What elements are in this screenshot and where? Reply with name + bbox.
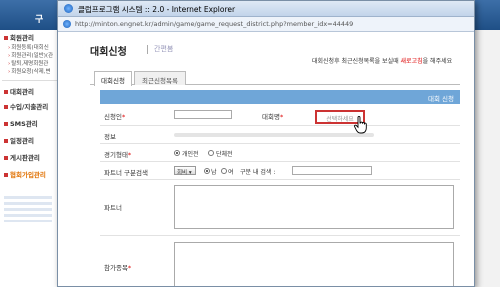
page-icon [63, 20, 71, 28]
background-logo: 구 [35, 15, 44, 25]
applicant-label: 신청인* [104, 113, 126, 121]
bg-menu-schedule[interactable]: 일정관리 [4, 135, 34, 145]
tournament-label: 대회명* [262, 113, 284, 121]
team-label: 단체전 [216, 151, 233, 158]
female-label: 여 [228, 169, 234, 176]
bg-sub-register[interactable]: 회원등록(대회신 [8, 43, 49, 51]
bg-blurred-content [4, 196, 52, 222]
radio-individual[interactable] [174, 150, 180, 156]
partner-label: 파트너 [104, 204, 122, 212]
bg-menu-tournament[interactable]: 대회관리 [4, 86, 34, 96]
applicant-input[interactable] [174, 110, 232, 119]
partner-textarea[interactable] [174, 185, 454, 229]
events-label: 참가종목* [104, 264, 132, 272]
bg-divider [2, 80, 58, 81]
radio-male[interactable] [204, 168, 210, 174]
game-type-label: 경기형태* [104, 151, 132, 159]
title-separator [147, 45, 148, 54]
bg-menu-board[interactable]: 게시판관리 [4, 152, 40, 162]
info-label: 정보 [104, 133, 116, 141]
individual-label: 개인전 [182, 151, 199, 158]
blurred-info [174, 133, 374, 137]
radio-female[interactable] [221, 168, 227, 174]
bg-menu-association[interactable]: 협회가입관리 [4, 169, 46, 179]
radio-team[interactable] [208, 150, 214, 156]
events-row: 참가종목* [100, 236, 460, 286]
bg-sub-manage[interactable]: 회원관리(일반)(관 [8, 51, 53, 59]
refresh-keyword: 새로고침 [400, 58, 423, 65]
tab-bar: 대회신청 최근신청목록 [90, 71, 460, 86]
hand-cursor-icon [354, 116, 367, 134]
applicant-row: 신청인* 대회명* [100, 104, 460, 126]
partner-search-label: 파트너 구분검색 [104, 169, 148, 177]
window-titlebar[interactable]: 클럽프로그램 시스템 :: 2.0 - Internet Explorer [58, 1, 474, 17]
background-right-panel [475, 30, 500, 287]
info-row: 정보 [100, 126, 460, 144]
male-label: 남 [211, 169, 217, 176]
address-url: http://minton.engnet.kr/admin/game/game_… [75, 20, 354, 28]
page-title: 대회신청 [90, 47, 127, 58]
page-subtitle: 간편봄 [154, 45, 174, 53]
bg-menu-finance[interactable]: 수입/지출관리 [4, 101, 48, 111]
ie-icon [64, 4, 73, 13]
bg-sub-request[interactable]: 회원요청(삭제,변 [8, 67, 50, 75]
bg-sub-withdraw[interactable]: 탈퇴,제명회원관 [8, 59, 48, 67]
address-bar[interactable]: http://minton.engnet.kr/admin/game/game_… [58, 17, 474, 32]
bg-menu-sms[interactable]: SMS관리 [4, 118, 38, 128]
events-box[interactable] [174, 242, 454, 286]
partner-type-select[interactable]: 회비 ▾ [174, 166, 196, 176]
partner-search-input[interactable] [292, 166, 372, 175]
refresh-notice: 대회신청후 최근신청목록을 보실때 새로고침을 해주세요 [312, 58, 453, 65]
partner-search-row: 파트너 구분검색 회비 ▾ 남 여 구분 내 검색 : [100, 162, 460, 180]
tab-apply[interactable]: 대회신청 [94, 71, 132, 86]
search-in-label: 구분 내 검색 : [240, 169, 276, 176]
bg-menu-members[interactable]: 회원관리 [4, 32, 34, 42]
game-type-row: 경기형태* 개인전 단체전 [100, 144, 460, 162]
form-header: 대회 신청 [100, 90, 460, 104]
partner-row: 파트너 [100, 180, 460, 236]
window-title: 클럽프로그램 시스템 :: 2.0 - Internet Explorer [78, 5, 236, 14]
tab-recent-list[interactable]: 최근신청목록 [134, 71, 186, 85]
popup-content: 대회신청 간편봄 대회신청후 최근신청목록을 보실때 새로고침을 해주세요 대회… [58, 32, 474, 286]
popup-window: 클럽프로그램 시스템 :: 2.0 - Internet Explorer ht… [57, 0, 475, 287]
